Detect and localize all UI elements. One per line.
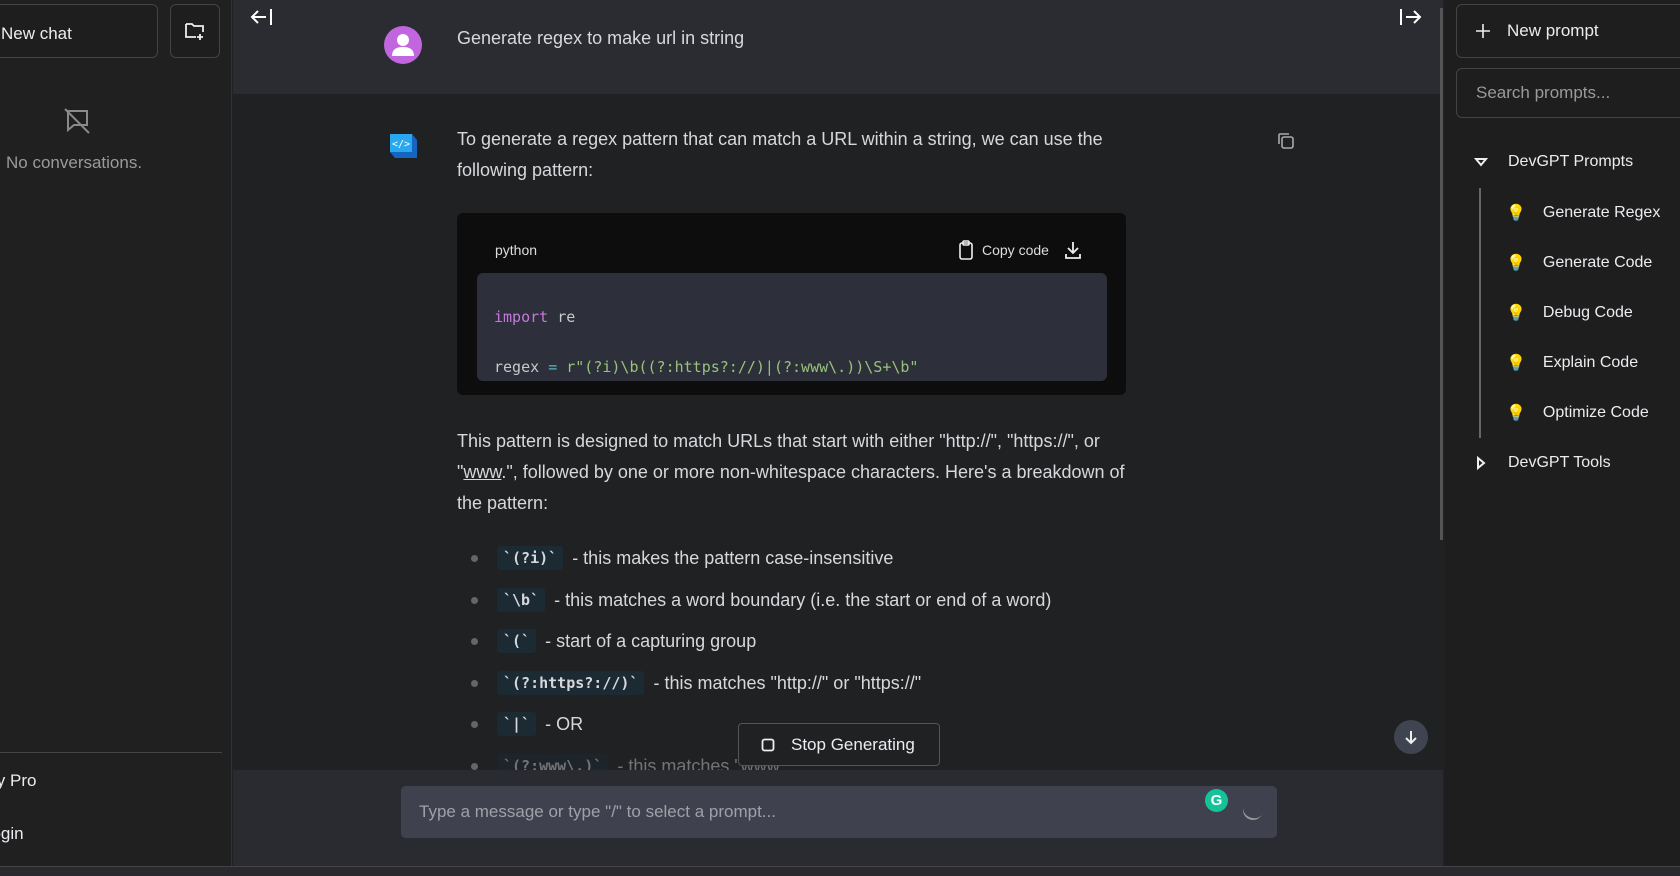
no-conversations-text: No conversations. [6,153,143,172]
scrollbar[interactable] [1440,8,1443,540]
prompt-item[interactable]: 💡 Optimize Code [1506,403,1649,423]
scroll-down-button[interactable] [1394,720,1428,754]
prompt-item[interactable]: 💡 Generate Code [1506,253,1652,273]
bullet-dot [471,638,478,645]
new-folder-button[interactable] [170,4,220,58]
prompt-label: Generate Regex [1542,204,1661,221]
buy-pro-link[interactable]: Buy Pro [0,771,36,791]
stop-generating-label: Stop Generating [791,734,915,754]
prompt-item[interactable]: 💡 Generate Regex [1506,203,1660,223]
lightbulb-icon: 💡 [1506,405,1526,422]
lightbulb-icon: 💡 [1506,355,1526,372]
inline-code: `\b` [497,588,546,612]
copy-code-button[interactable]: Copy code [958,240,1083,260]
bullet-dot [471,763,478,770]
arrow-down-icon [1405,731,1417,745]
clipboard-icon [959,240,973,260]
bottom-bar [0,866,1680,876]
user-icon [392,34,414,56]
code-bot-icon: </> [390,134,417,158]
new-prompt-label: New prompt [1507,21,1599,40]
new-chat-label: New chat [1,24,72,43]
prompt-label: Debug Code [1542,304,1633,321]
code-language: python [495,242,538,258]
search-prompts-input[interactable] [1456,68,1680,118]
list-item: `|` - OR [497,712,583,736]
grammarly-icon[interactable]: G [1205,789,1228,812]
folder-name: DevGPT Prompts [1508,153,1634,170]
list-item-text: - OR [545,713,584,734]
caret-down-icon [1474,158,1488,167]
chat-off-icon [64,108,90,134]
new-chat-button[interactable]: New chat [0,4,158,58]
collapse-right-icon[interactable] [1398,6,1424,28]
user-avatar [384,26,422,64]
plus-icon [1476,24,1490,38]
inline-code: `(?i)` [497,546,564,570]
stop-icon [761,738,775,751]
login-link[interactable]: Login [0,824,24,844]
prompt-label: Optimize Code [1542,404,1649,421]
user-message-text: Generate regex to make url in string [457,28,745,48]
prompt-item[interactable]: 💡 Debug Code [1506,303,1633,323]
prompt-label: Generate Code [1542,254,1653,271]
bullet-dot [471,721,478,728]
code-line: import re [494,292,1090,342]
inline-code: `(` [497,629,537,653]
code-string: r"(?i)\b((?:https?://)|(?:www\.))\S+\b" [566,358,919,376]
inline-code: `(?:https?://)` [497,671,645,695]
code-line: regex = r"(?i)\b((?:https?://)|(?:www\.)… [494,342,1090,392]
collapse-left-icon[interactable] [248,6,274,28]
caret-right-icon [1477,456,1486,470]
bullet-dot [471,680,478,687]
code-keyword: import [494,308,549,326]
folder-plus-icon [185,23,204,40]
code-text: re [548,308,576,326]
folder-name: DevGPT Tools [1508,454,1611,471]
list-item-text: - this makes the pattern case-insensitiv… [572,547,894,568]
paragraph-text: .", followed by one or more non-whitespa… [457,462,1125,513]
left-sidebar [0,0,232,866]
www-link[interactable]: www [463,462,501,482]
stop-generating-button[interactable]: Stop Generating [738,723,940,766]
folder-devgpt-prompts[interactable]: DevGPT Prompts [1474,153,1633,171]
prompt-label: Explain Code [1542,354,1639,371]
list-item-text: - start of a capturing group [545,630,757,651]
lightbulb-icon: 💡 [1506,205,1526,222]
prompt-item[interactable]: 💡 Explain Code [1506,353,1638,373]
code-text: regex [494,358,540,376]
folder-devgpt-tools[interactable]: DevGPT Tools [1474,454,1611,472]
sidebar-divider [0,752,222,753]
assistant-paragraph: This pattern is designed to match URLs t… [457,426,1147,519]
message-input[interactable] [401,786,1277,838]
download-icon[interactable] [1063,240,1083,260]
list-item: `\b` - this matches a word boundary (i.e.… [497,588,1051,612]
list-item: `(?i)` - this makes the pattern case-inse… [497,546,893,570]
code-content: import re regex = r"(?i)\b((?:https?://)… [477,273,1107,381]
list-item: `(` - start of a capturing group [497,629,756,653]
list-item: `(?:https?://)` - this matches "http://" … [497,671,921,695]
svg-text:</>: </> [392,139,410,150]
new-prompt-button[interactable]: New prompt [1456,4,1680,58]
lightbulb-icon: 💡 [1506,305,1526,322]
code-operator: = [548,358,558,376]
copy-code-label: Copy code [982,242,1049,258]
list-item-text: - this matches "http://" or "https://" [653,672,922,693]
inline-code: `|` [497,712,537,736]
bullet-dot [471,597,478,604]
copy-message-icon[interactable] [1276,131,1296,151]
assistant-intro: To generate a regex pattern that can mat… [457,129,1103,180]
bullet-dot [471,555,478,562]
tree-line [1479,188,1481,438]
lightbulb-icon: 💡 [1506,255,1526,272]
list-item-text: - this matches a word boundary (i.e. the… [554,589,1052,610]
